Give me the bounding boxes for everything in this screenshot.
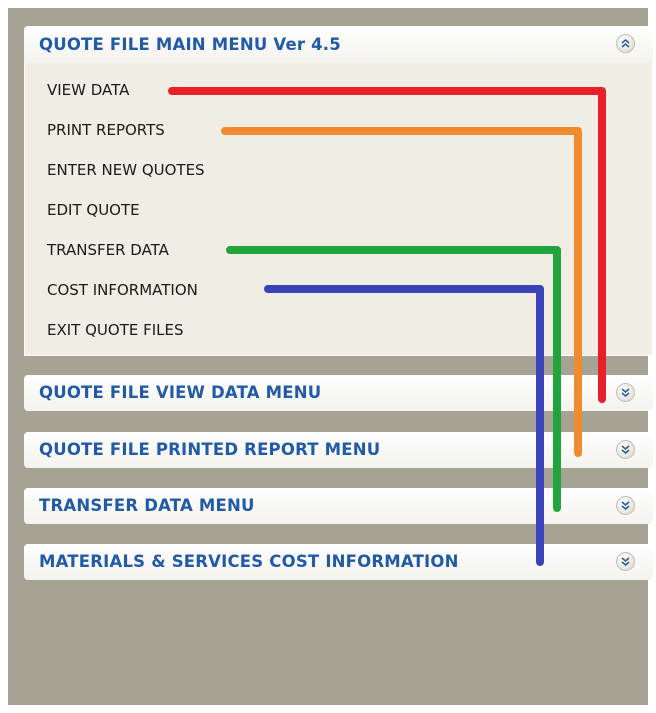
menu-item-print-reports[interactable]: PRINT REPORTS [47,121,165,139]
chevron-double-down-icon[interactable] [616,552,635,571]
cost-information-menu-header[interactable]: MATERIALS & SERVICES COST INFORMATION [24,544,653,580]
transfer-data-menu-header[interactable]: TRANSFER DATA MENU [24,488,653,524]
chevron-double-down-icon[interactable] [616,440,635,459]
menu-item-view-data[interactable]: VIEW DATA [47,81,129,99]
chevron-double-down-icon[interactable] [616,383,635,402]
menu-item-cost-information[interactable]: COST INFORMATION [47,281,198,299]
menu-item-enter-new-quotes[interactable]: ENTER NEW QUOTES [47,161,205,179]
cost-information-menu-title: MATERIALS & SERVICES COST INFORMATION [39,552,459,571]
view-data-menu-title: QUOTE FILE VIEW DATA MENU [39,383,322,402]
printed-report-menu-header[interactable]: QUOTE FILE PRINTED REPORT MENU [24,432,653,468]
menu-item-exit-quote-files[interactable]: EXIT QUOTE FILES [47,321,184,339]
main-menu-header[interactable]: QUOTE FILE MAIN MENU Ver 4.5 [24,26,653,63]
transfer-data-menu-title: TRANSFER DATA MENU [39,496,255,515]
main-menu-body: VIEW DATA PRINT REPORTS ENTER NEW QUOTES… [24,63,653,356]
view-data-menu-header[interactable]: QUOTE FILE VIEW DATA MENU [24,375,653,411]
main-menu-title: QUOTE FILE MAIN MENU Ver 4.5 [39,35,341,54]
menu-item-edit-quote[interactable]: EDIT QUOTE [47,201,140,219]
chevron-double-down-icon[interactable] [616,496,635,515]
menu-item-transfer-data[interactable]: TRANSFER DATA [47,241,169,259]
printed-report-menu-title: QUOTE FILE PRINTED REPORT MENU [39,440,381,459]
chevron-double-up-icon[interactable] [616,34,635,53]
